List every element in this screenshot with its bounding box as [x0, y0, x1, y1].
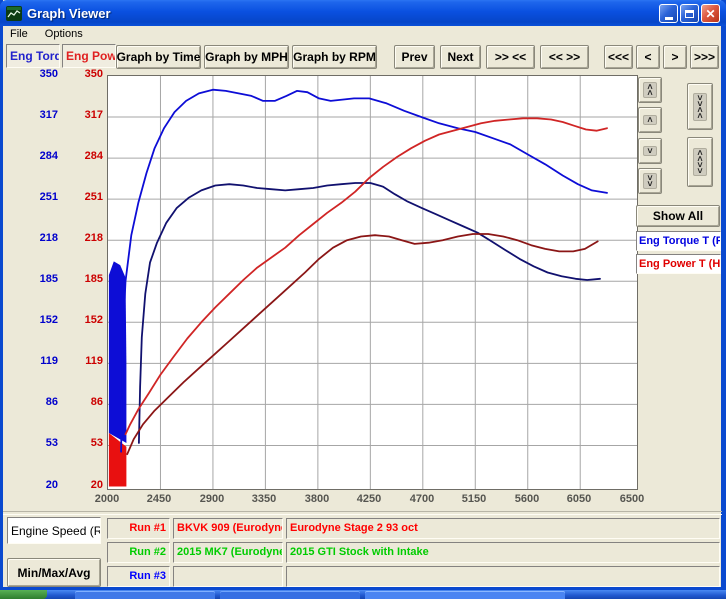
- graph-by-mph-button[interactable]: Graph by MPH: [204, 45, 289, 69]
- next-button[interactable]: Next: [440, 45, 481, 69]
- series-curve: [121, 90, 607, 452]
- menu-options[interactable]: Options: [38, 26, 90, 40]
- show-all-button[interactable]: Show All: [636, 205, 720, 227]
- graph-viewer-window: Graph Viewer ✕ File Options Eng Torque E…: [0, 0, 726, 590]
- compress-y-scale-button[interactable]: ˅˅˄˄: [687, 83, 713, 130]
- scroll-down-icon: ˅: [643, 146, 656, 156]
- run-start-oscillation-torque: [109, 261, 127, 443]
- run-desc-cell[interactable]: [286, 566, 720, 587]
- y-tick-label: 20: [48, 479, 103, 491]
- series-curve: [127, 234, 598, 454]
- legend-item-torque[interactable]: Eng Torque T (Ft-L: [636, 231, 721, 251]
- taskbar: [0, 590, 726, 599]
- y-tick-label: 119: [48, 355, 103, 367]
- y-tick-label: 251: [48, 191, 103, 203]
- y-tick-label: 86: [48, 396, 103, 408]
- zoom-out-x-button[interactable]: << >>: [540, 45, 589, 69]
- x-tick-label: 2000: [85, 493, 129, 505]
- bottom-panel-divider: [3, 511, 722, 515]
- scroll-up-fast-icon: ˄˄: [643, 82, 656, 98]
- graph-by-rpm-button[interactable]: Graph by RPM: [292, 45, 377, 69]
- scroll-right-fast-button[interactable]: >>>: [690, 45, 719, 69]
- x-tick-label: 3350: [242, 493, 286, 505]
- start-button-fragment[interactable]: [0, 590, 47, 599]
- run-label[interactable]: Run #1: [107, 518, 170, 539]
- y-tick-label: 152: [48, 314, 103, 326]
- menu-file[interactable]: File: [3, 26, 35, 40]
- prev-button[interactable]: Prev: [394, 45, 435, 69]
- scroll-down-button[interactable]: ˅: [638, 138, 662, 164]
- window-title: Graph Viewer: [27, 6, 111, 21]
- scroll-down-fast-button[interactable]: ˅˅: [638, 168, 662, 194]
- expand-y-scale-icon: ˄˄˅˅: [693, 148, 706, 176]
- scroll-left-fast-button[interactable]: <<<: [604, 45, 633, 69]
- zoom-in-x-button[interactable]: >> <<: [486, 45, 535, 69]
- y-tick-label: 53: [48, 437, 103, 449]
- maximize-icon: [685, 10, 694, 18]
- minimize-button[interactable]: [659, 4, 678, 23]
- x-tick-label: 4250: [347, 493, 391, 505]
- power-axis-header: Eng Power: [62, 44, 116, 68]
- series-curve: [126, 118, 608, 434]
- run-label[interactable]: Run #3: [107, 566, 170, 587]
- y-tick-label: 284: [48, 150, 103, 162]
- y-tick-label: 317: [48, 109, 103, 121]
- y-tick-label: 218: [48, 232, 103, 244]
- x-tick-label: 2450: [137, 493, 181, 505]
- scroll-up-button[interactable]: ˄: [638, 107, 662, 133]
- run-desc-cell[interactable]: 2015 GTI Stock with Intake: [286, 542, 720, 563]
- compress-y-scale-icon: ˅˅˄˄: [693, 93, 706, 121]
- x-tick-label: 3800: [295, 493, 339, 505]
- title-bar: Graph Viewer ✕: [0, 0, 726, 26]
- maximize-button[interactable]: [680, 4, 699, 23]
- torque-axis-header: Eng Torque: [6, 44, 60, 68]
- scroll-left-button[interactable]: <: [636, 45, 660, 69]
- taskbar-window-button[interactable]: [365, 591, 565, 599]
- run-name-cell[interactable]: BKVK 909 (Eurodyne, I: [173, 518, 283, 539]
- app-icon: [6, 6, 22, 21]
- expand-y-scale-button[interactable]: ˄˄˅˅: [687, 137, 713, 187]
- x-tick-label: 6500: [610, 493, 654, 505]
- scroll-down-fast-icon: ˅˅: [643, 173, 656, 189]
- y-tick-label: 185: [48, 273, 103, 285]
- min-max-avg-button[interactable]: Min/Max/Avg: [7, 558, 101, 587]
- x-tick-label: 5600: [505, 493, 549, 505]
- x-tick-label: 6050: [557, 493, 601, 505]
- y-tick-label: 350: [48, 68, 103, 80]
- scroll-up-fast-button[interactable]: ˄˄: [638, 77, 662, 103]
- menu-bar: File Options: [3, 26, 721, 42]
- taskbar-window-button[interactable]: [220, 591, 360, 599]
- x-tick-label: 4700: [400, 493, 444, 505]
- scroll-up-icon: ˄: [643, 115, 656, 125]
- taskbar-window-button[interactable]: [75, 591, 215, 599]
- run-desc-cell[interactable]: Eurodyne Stage 2 93 oct: [286, 518, 720, 539]
- x-tick-label: 5150: [452, 493, 496, 505]
- close-icon: ✕: [705, 8, 715, 20]
- close-button[interactable]: ✕: [701, 4, 720, 23]
- run-name-cell[interactable]: [173, 566, 283, 587]
- graph-by-time-button[interactable]: Graph by Time: [116, 45, 201, 69]
- x-tick-label: 2900: [190, 493, 234, 505]
- legend-item-power[interactable]: Eng Power T (HP): [636, 254, 721, 274]
- run-name-cell[interactable]: 2015 MK7 (Eurodyne, E: [173, 542, 283, 563]
- engine-speed-label-box[interactable]: Engine Speed (RPM: [7, 517, 101, 544]
- run-label[interactable]: Run #2: [107, 542, 170, 563]
- minimize-icon: [665, 17, 673, 20]
- scroll-right-button[interactable]: >: [663, 45, 687, 69]
- plot-area[interactable]: [107, 75, 638, 490]
